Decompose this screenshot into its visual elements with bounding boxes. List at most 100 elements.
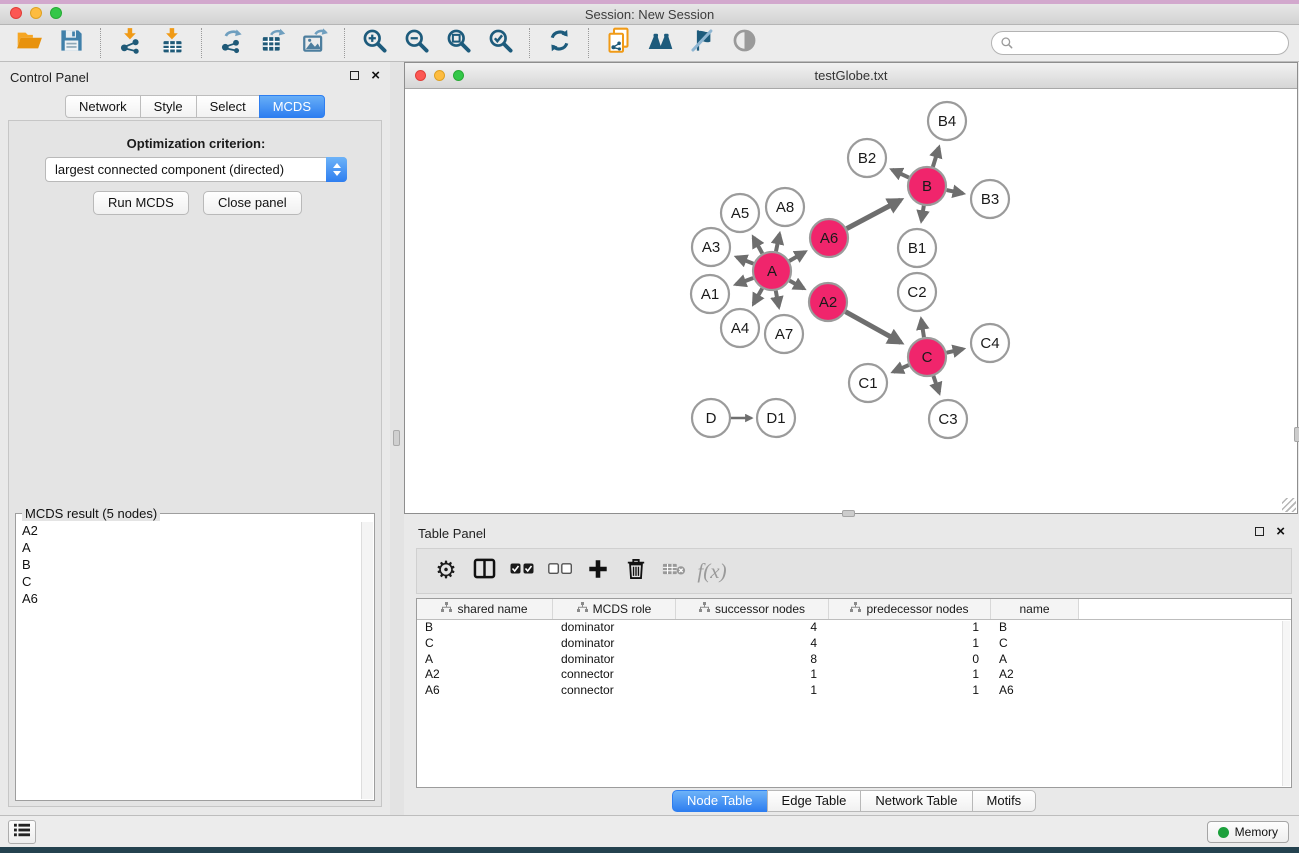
task-history-button[interactable] <box>8 820 36 844</box>
table-row[interactable]: Adominator80A <box>417 652 1291 668</box>
edge-C-C3[interactable] <box>933 376 939 393</box>
close-panel-button[interactable]: Close panel <box>203 191 302 215</box>
network-canvas[interactable]: B4B2BB3A5A8A6A3B1AA1C2A2A4A7C4CC1C3DD1 <box>405 89 1297 513</box>
edge-C-C2[interactable] <box>921 319 924 337</box>
result-item[interactable]: A6 <box>17 590 361 607</box>
deselect-all-button[interactable] <box>541 553 579 589</box>
network-vscroll-thumb[interactable] <box>1294 427 1299 442</box>
first-neighbors-button[interactable] <box>639 27 681 59</box>
delete-column-button[interactable] <box>617 553 655 589</box>
splitter-handle[interactable] <box>393 430 400 446</box>
result-item[interactable]: B <box>17 556 361 573</box>
edge-A-A1[interactable] <box>736 278 753 284</box>
close-panel-icon[interactable]: × <box>1276 527 1285 536</box>
tab-network[interactable]: Network <box>65 95 140 118</box>
edge-C-C1[interactable] <box>893 365 908 372</box>
table-scrollbar[interactable] <box>1282 621 1290 786</box>
show-columns-button[interactable] <box>465 553 503 589</box>
edge-A-A6[interactable] <box>789 252 805 261</box>
search-input[interactable] <box>1020 36 1280 50</box>
tab-node-table[interactable]: Node Table <box>672 790 767 812</box>
column-header-2[interactable]: successor nodes <box>676 599 829 619</box>
tab-network-table[interactable]: Network Table <box>860 790 971 812</box>
function-builder-button[interactable]: f(x) <box>693 553 731 589</box>
edge-B-B3[interactable] <box>947 190 963 193</box>
create-column-button[interactable] <box>579 553 617 589</box>
refresh-icon <box>546 27 573 59</box>
memory-button[interactable]: Memory <box>1207 821 1289 843</box>
select-all-button[interactable] <box>503 553 541 589</box>
result-scrollbar[interactable] <box>361 522 373 799</box>
panel-splitter[interactable] <box>390 62 404 815</box>
column-header-1[interactable]: MCDS role <box>553 599 676 619</box>
export-table-button[interactable] <box>252 27 294 59</box>
node-table[interactable]: shared nameMCDS rolesuccessor nodesprede… <box>416 598 1292 788</box>
tab-edge-table[interactable]: Edge Table <box>767 790 861 812</box>
table-row[interactable]: Cdominator41C <box>417 636 1291 652</box>
edge-A6-B[interactable] <box>847 200 901 229</box>
network-hscroll-thumb[interactable] <box>842 510 855 517</box>
export-network-button[interactable] <box>210 27 252 59</box>
new-network-from-selection-button[interactable] <box>597 27 639 59</box>
result-item[interactable]: C <box>17 573 361 590</box>
hide-graphics-details-button[interactable] <box>681 27 723 59</box>
apply-layout-button[interactable] <box>538 27 580 59</box>
close-window-button[interactable] <box>10 7 22 19</box>
edge-A-A4[interactable] <box>754 288 763 303</box>
tab-motifs[interactable]: Motifs <box>972 790 1037 812</box>
close-panel-icon[interactable]: × <box>371 71 380 80</box>
zoom-window-button[interactable] <box>50 7 62 19</box>
node-label-B1: B1 <box>908 240 926 257</box>
column-header-4[interactable]: name <box>991 599 1079 619</box>
import-table-button[interactable] <box>151 27 193 59</box>
float-panel-icon[interactable] <box>350 71 359 80</box>
result-item[interactable]: A <box>17 539 361 556</box>
table-settings-button[interactable]: ⚙ <box>427 553 465 589</box>
open-session-button[interactable] <box>8 27 50 59</box>
table-panel-title: Table Panel <box>418 526 486 541</box>
import-network-button[interactable] <box>109 27 151 59</box>
edge-A-A2[interactable] <box>789 281 803 289</box>
result-item[interactable]: A2 <box>17 522 361 539</box>
resize-grip[interactable] <box>1282 498 1296 512</box>
save-session-button[interactable] <box>50 27 92 59</box>
zoom-fit-button[interactable] <box>437 27 479 59</box>
edge-A-A5[interactable] <box>753 237 762 253</box>
network-view-window: testGlobe.txt B4B2BB3A5A8A6A3B1AA1C2A2A4… <box>404 62 1298 514</box>
column-header-0[interactable]: shared name <box>417 599 553 619</box>
edge-A-A8[interactable] <box>776 234 779 251</box>
edge-A-A3[interactable] <box>737 257 754 263</box>
column-header-3[interactable]: predecessor nodes <box>829 599 991 619</box>
cell: connector <box>553 667 676 683</box>
tab-mcds[interactable]: MCDS <box>259 95 325 118</box>
tab-style[interactable]: Style <box>140 95 196 118</box>
edge-B-B2[interactable] <box>892 170 909 178</box>
table-row[interactable]: A6connector11A6 <box>417 683 1291 699</box>
table-row[interactable]: Bdominator41B <box>417 620 1291 636</box>
copy-network-icon <box>605 27 632 59</box>
export-image-button[interactable] <box>294 27 336 59</box>
select-stepper-icon <box>326 157 347 182</box>
zoom-in-button[interactable] <box>353 27 395 59</box>
run-mcds-button[interactable]: Run MCDS <box>93 191 189 215</box>
minimize-window-button[interactable] <box>30 7 42 19</box>
zoom-network-button[interactable] <box>453 70 464 81</box>
edge-B-B4[interactable] <box>933 148 939 167</box>
toolbar-search[interactable] <box>991 31 1289 55</box>
tab-select[interactable]: Select <box>196 95 259 118</box>
delete-table-button[interactable] <box>655 553 693 589</box>
edge-A-A7[interactable] <box>776 291 779 307</box>
minimize-network-button[interactable] <box>434 70 445 81</box>
float-panel-icon[interactable] <box>1255 527 1264 536</box>
zoom-out-button[interactable] <box>395 27 437 59</box>
edge-A2-C[interactable] <box>845 312 900 343</box>
trash-icon <box>626 558 646 585</box>
close-network-button[interactable] <box>415 70 426 81</box>
criterion-select[interactable]: largest connected component (directed) <box>45 157 347 182</box>
edge-C-C4[interactable] <box>947 349 963 353</box>
table-row[interactable]: A2connector11A2 <box>417 667 1291 683</box>
node-label-C1: C1 <box>858 375 877 392</box>
zoom-selected-button[interactable] <box>479 27 521 59</box>
show-annotations-button[interactable] <box>723 27 765 59</box>
edge-B-B1[interactable] <box>921 206 923 221</box>
